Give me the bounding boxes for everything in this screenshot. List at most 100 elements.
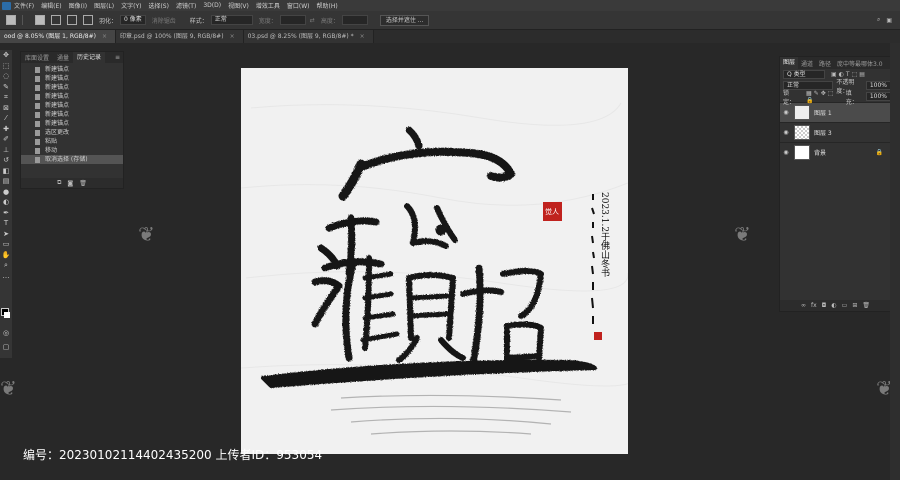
crop-tool-icon[interactable]: ⌗ <box>0 92 12 103</box>
shape-tool-icon[interactable]: ▭ <box>0 239 12 250</box>
history-item[interactable]: 移动 <box>21 146 123 155</box>
pen-tool-icon[interactable]: ✒ <box>0 208 12 219</box>
new-layer-icon[interactable]: ⊞ <box>852 302 857 309</box>
document-icon <box>35 111 40 118</box>
path-select-icon[interactable]: ➤ <box>0 229 12 240</box>
brush-tool-icon[interactable]: ✐ <box>0 134 12 145</box>
lock-icons[interactable]: ▦✎✥⬚🔒 <box>806 90 843 104</box>
menu-type[interactable]: 文字(Y) <box>121 1 141 10</box>
screen-mode-icon[interactable]: ▢ <box>0 342 12 353</box>
menu-filter[interactable]: 滤镜(T) <box>176 1 196 10</box>
photoshop-logo-icon[interactable] <box>2 1 11 10</box>
document-canvas[interactable]: 迎財招寶 觉人 2023.1.2于佛山冬书 <box>241 68 628 454</box>
select-and-mask-button[interactable]: 选择并遮住 ... <box>379 14 430 26</box>
width-input[interactable] <box>279 15 306 25</box>
antialias-checkbox[interactable]: 消除锯齿 <box>152 16 176 25</box>
menu-help[interactable]: 帮助(H) <box>317 1 338 10</box>
eraser-icon[interactable]: ◧ <box>0 166 12 177</box>
close-icon[interactable]: × <box>102 33 107 40</box>
healing-brush-icon[interactable]: ✚ <box>0 124 12 135</box>
style-select[interactable]: 正常 <box>210 15 253 25</box>
menu-file[interactable]: 文件(F) <box>14 1 34 10</box>
history-item[interactable]: 新建锚点 <box>21 101 123 110</box>
history-item-selected[interactable]: 取消选择 (存储) <box>21 155 123 164</box>
tab-history[interactable]: 历史记录 <box>73 52 106 63</box>
adjustment-layer-icon[interactable]: ◐ <box>831 302 836 309</box>
type-tool-icon[interactable]: T <box>0 218 12 229</box>
snapshot-camera-icon[interactable]: ◙ <box>67 180 73 187</box>
fill-input[interactable]: 100% <box>865 92 891 101</box>
link-layers-icon[interactable]: ∞ <box>801 302 806 309</box>
history-item[interactable]: 新建锚点 <box>21 74 123 83</box>
visibility-eye-icon[interactable]: ◉ <box>780 149 792 156</box>
panel-menu-icon[interactable]: ≡ <box>115 54 120 61</box>
tab-adjustments[interactable]: 通量 <box>53 53 73 62</box>
height-input[interactable] <box>341 15 368 25</box>
new-document-from-state-icon[interactable]: ⧉ <box>57 179 61 187</box>
history-item[interactable]: 新建锚点 <box>21 83 123 92</box>
dodge-tool-icon[interactable]: ◐ <box>0 197 12 208</box>
add-selection-icon[interactable] <box>51 15 61 25</box>
menu-plugins[interactable]: 增效工具 <box>256 1 280 10</box>
tab-document-2[interactable]: 印章.psd @ 100% (图层 9, RGB/8#) × <box>116 30 244 43</box>
background-color-swatch[interactable] <box>4 312 10 318</box>
layer-row[interactable]: ◉ 图层 1 <box>780 102 891 122</box>
history-item[interactable]: 新建锚点 <box>21 92 123 101</box>
visibility-eye-icon[interactable]: ◉ <box>780 129 792 136</box>
trash-icon[interactable]: 🗑 <box>862 302 870 309</box>
history-item[interactable]: 新建锚点 <box>21 65 123 74</box>
history-brush-icon[interactable]: ↺ <box>0 155 12 166</box>
workspace-icon[interactable]: ▣ <box>886 17 892 24</box>
history-item[interactable]: 新建锚点 <box>21 119 123 128</box>
add-mask-icon[interactable]: ◘ <box>822 302 827 309</box>
visibility-eye-icon[interactable]: ◉ <box>780 109 792 116</box>
tab-layers[interactable]: 图层 <box>780 57 799 69</box>
menu-edit[interactable]: 编辑(E) <box>41 1 61 10</box>
fx-icon[interactable]: fx <box>811 302 817 309</box>
lasso-tool-icon[interactable]: ◌ <box>0 71 12 82</box>
eyedropper-icon[interactable]: ⁄ <box>0 113 12 124</box>
marquee-tool-icon[interactable] <box>6 15 16 25</box>
menu-select[interactable]: 选择(S) <box>148 1 169 10</box>
tab-document-1[interactable]: ood @ 8.05% (图层 1, RGB/8#) × <box>0 30 116 43</box>
zoom-tool-icon[interactable]: ⌕ <box>0 260 12 271</box>
history-item[interactable]: 粘贴 <box>21 137 123 146</box>
new-group-icon[interactable]: ▭ <box>842 302 848 309</box>
subtract-selection-icon[interactable] <box>67 15 77 25</box>
menu-image[interactable]: 图像(I) <box>69 1 87 10</box>
close-icon[interactable]: × <box>360 33 365 40</box>
tab-channels[interactable]: 通道 <box>798 59 816 68</box>
quick-select-icon[interactable]: ✎ <box>0 82 12 93</box>
quick-mask-icon[interactable]: ◎ <box>0 328 12 339</box>
frame-tool-icon[interactable]: ⊠ <box>0 103 12 114</box>
trash-icon[interactable]: 🗑 <box>79 180 87 187</box>
gradient-icon[interactable]: ▤ <box>0 176 12 187</box>
menu-3d[interactable]: 3D(D) <box>203 2 221 9</box>
layer-row[interactable]: ◉ 图层 3 <box>780 122 891 142</box>
menu-window[interactable]: 窗口(W) <box>287 1 310 10</box>
history-item[interactable]: 新建锚点 <box>21 110 123 119</box>
tab-paths[interactable]: 路径 <box>816 59 834 68</box>
feather-input[interactable]: 0 像素 <box>120 15 146 25</box>
clone-stamp-icon[interactable]: ⊥ <box>0 145 12 156</box>
layer-filter-select[interactable]: Q 类型 <box>783 70 825 79</box>
marquee-tool-icon[interactable]: ⬚ <box>0 61 12 72</box>
menu-layer[interactable]: 图层(L) <box>94 1 114 10</box>
history-item[interactable]: 选区更改 <box>21 128 123 137</box>
close-icon[interactable]: × <box>230 33 235 40</box>
menu-view[interactable]: 视图(V) <box>228 1 249 10</box>
tab-library[interactable]: 库面设置 <box>21 53 53 62</box>
more-tools-icon[interactable]: … <box>0 271 12 282</box>
blur-tool-icon[interactable]: ● <box>0 187 12 198</box>
opacity-input[interactable]: 100% <box>865 81 891 90</box>
tab-font[interactable]: 庞中等最哪体3.0 <box>834 59 886 68</box>
intersect-selection-icon[interactable] <box>83 15 93 25</box>
move-tool-icon[interactable]: ✥ <box>0 50 12 61</box>
new-selection-icon[interactable] <box>35 15 45 25</box>
hand-tool-icon[interactable]: ✋ <box>0 250 12 261</box>
search-icon[interactable]: ⌕ <box>877 16 880 24</box>
tab-document-3[interactable]: 03.psd @ 8.25% (图层 9, RGB/8#) * × <box>243 30 374 43</box>
layer-row-background[interactable]: ◉ 背景 🔒 <box>780 142 891 162</box>
swap-icon[interactable]: ⇄ <box>310 17 315 24</box>
layer-thumbnail <box>794 125 810 140</box>
